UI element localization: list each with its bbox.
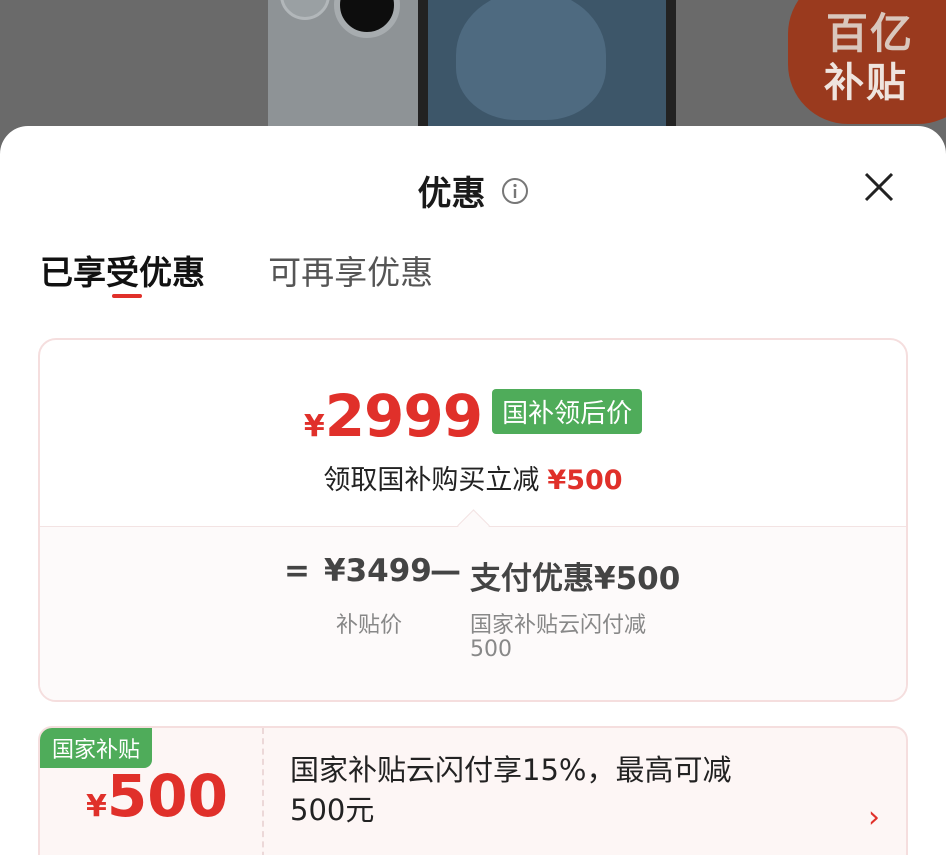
- claim-text: 领取国补购买立减: [323, 465, 540, 496]
- coupon-description: 国家补贴云闪付享15%，最高可减 500元: [290, 750, 830, 830]
- camera-lens: [280, 0, 330, 20]
- wallpaper-shape: [456, 0, 606, 120]
- sheet-header: 优惠: [0, 166, 946, 214]
- discount-label-line2: 500: [470, 637, 512, 662]
- active-tab-indicator: [112, 294, 142, 298]
- coupon-desc-line2: 500元: [290, 793, 375, 827]
- coupon-desc-line1: 国家补贴云闪付享15%，最高可减: [290, 753, 732, 787]
- chevron-right-icon[interactable]: ›: [868, 800, 880, 835]
- payment-discount: 支付优惠¥500: [470, 561, 681, 597]
- badge-line2: 补贴: [824, 60, 908, 106]
- camera-lens: [334, 0, 400, 38]
- price-tag-badge: 国补领后价: [492, 389, 643, 434]
- coupon-divider: [262, 728, 264, 855]
- tab-more-discounts[interactable]: 可再享优惠: [268, 246, 433, 294]
- national-subsidy-coupon[interactable]: 国家补贴 ¥500 国家补贴云闪付享15%，最高可减 500元 ›: [38, 726, 908, 855]
- subsidy-badge: 百亿 补贴: [788, 0, 946, 124]
- discount-sheet: 优惠 已享受优惠 可再享优惠 ¥2999 国补领后价 领取国补购买立减 ¥500 =…: [0, 126, 946, 855]
- price-summary-card: ¥2999 国补领后价 领取国补购买立减 ¥500 = ¥3499 补贴价 — 支付…: [38, 338, 908, 702]
- discount-tabs: 已享受优惠 可再享优惠: [40, 246, 491, 306]
- discount-label-line1: 国家补贴云闪付减: [470, 613, 647, 638]
- equals-sign: =: [284, 553, 310, 589]
- tab-enjoyed-discounts[interactable]: 已享受优惠: [40, 246, 205, 294]
- breakdown-notch: [457, 509, 490, 542]
- close-icon[interactable]: [862, 170, 896, 204]
- coupon-amount-value: 500: [106, 762, 228, 830]
- sheet-title: 优惠: [417, 174, 486, 214]
- base-price: ¥3499: [324, 553, 432, 589]
- coupon-currency: ¥: [86, 789, 107, 824]
- claim-row: 领取国补购买立减 ¥500: [40, 458, 906, 497]
- info-icon[interactable]: [501, 177, 529, 205]
- final-price: 2999: [324, 382, 483, 450]
- price-breakdown: = ¥3499 补贴价 — 支付优惠¥500 国家补贴云闪付减 500: [40, 509, 906, 700]
- coupon-amount: ¥500: [86, 762, 228, 830]
- claim-amount: ¥500: [547, 465, 623, 496]
- final-price-row: ¥2999 国补领后价: [40, 382, 906, 450]
- currency-symbol: ¥: [303, 409, 325, 444]
- minus-sign: —: [430, 553, 461, 589]
- base-price-label: 补贴价: [336, 613, 403, 638]
